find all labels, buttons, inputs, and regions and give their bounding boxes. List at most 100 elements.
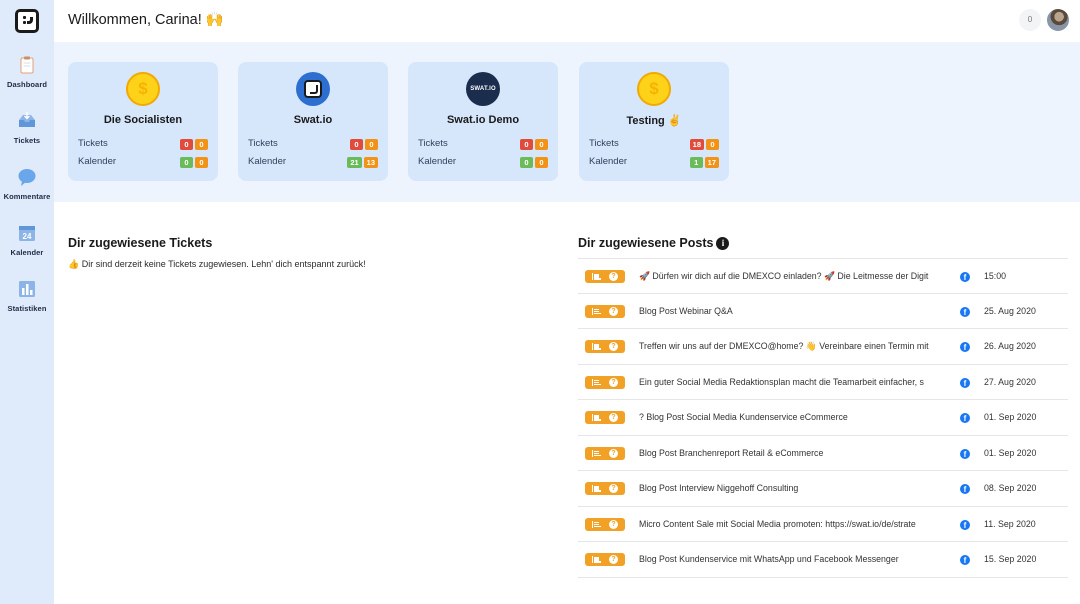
post-text[interactable]: ? Blog Post Social Media Kundenservice e…	[639, 412, 944, 422]
post-row[interactable]: ? Micro Content Sale mit Social Media pro…	[578, 507, 1068, 542]
tickets-label: Tickets	[589, 138, 619, 149]
sidebar: Dashboard Tickets Kommentare 24 Kalender	[0, 0, 54, 604]
project-card-die-socialisten[interactable]: $ Die Socialisten Tickets 0 0 Kalender 0…	[68, 62, 218, 181]
sidebar-item-label: Statistiken	[7, 304, 47, 313]
post-text[interactable]: 🚀 Dürfen wir dich auf die DMEXCO einlade…	[639, 271, 944, 282]
facebook-icon: f	[960, 555, 970, 565]
posts-section-title-text: Dir zugewiesene Posts	[578, 236, 714, 250]
post-text[interactable]: Micro Content Sale mit Social Media prom…	[639, 519, 944, 529]
tickets-open-badge[interactable]: 18	[689, 139, 704, 150]
project-name: Die Socialisten	[103, 114, 183, 126]
tickets-open-badge[interactable]: 0	[180, 139, 193, 150]
kalender-label: Kalender	[589, 156, 628, 167]
status-pill[interactable]: ?	[585, 411, 625, 424]
post-row[interactable]: ? Blog Post Interview Niggehoff Consultin…	[578, 471, 1068, 507]
clipboard-icon	[20, 56, 34, 74]
status-pill[interactable]: ?	[585, 340, 625, 353]
sidebar-item-tickets[interactable]: Tickets	[0, 111, 54, 145]
status-pill[interactable]: ?	[585, 304, 625, 318]
facebook-icon: f	[960, 272, 970, 282]
question-icon: ?	[609, 306, 618, 316]
kalender-approved-badge[interactable]: 21	[347, 157, 362, 168]
post-text[interactable]: Blog Post Webinar Q&A	[639, 306, 944, 316]
tickets-label: Tickets	[248, 138, 278, 149]
project-overview: $ Die Socialisten Tickets 0 0 Kalender 0…	[54, 42, 1080, 202]
post-row[interactable]: ? Blog Post Kundenservice mit WhatsApp un…	[578, 542, 1068, 578]
tickets-open-badge[interactable]: 0	[520, 139, 533, 150]
post-row[interactable]: ? ? Blog Post Social Media Kundenservice …	[578, 400, 1068, 436]
question-icon: ?	[609, 519, 618, 529]
swatio-demo-logo: SWAT.IO	[466, 72, 500, 106]
svg-text:24: 24	[23, 232, 32, 241]
tickets-open-badge[interactable]: 0	[350, 139, 363, 150]
tickets-pending-badge[interactable]: 0	[706, 139, 719, 150]
text-lines-icon	[592, 273, 601, 280]
status-pill[interactable]: ?	[585, 553, 625, 566]
project-card-testing[interactable]: $ Testing ✌️ Tickets 18 0 Kalender 1 17	[579, 62, 729, 181]
bar-chart-icon	[19, 281, 35, 297]
post-text[interactable]: Ein guter Social Media Redaktionsplan ma…	[639, 377, 944, 387]
post-row[interactable]: ? Treffen wir uns auf der DMEXCO@home? 👋 …	[578, 329, 1068, 365]
tickets-pending-badge[interactable]: 0	[535, 139, 548, 150]
posts-section-title: Dir zugewiesene Posts i	[578, 236, 730, 250]
text-lines-icon	[592, 449, 601, 457]
question-icon: ?	[609, 484, 618, 493]
post-row[interactable]: ? Ein guter Social Media Redaktionsplan m…	[578, 365, 1068, 400]
sidebar-item-kalender[interactable]: 24 Kalender	[0, 223, 54, 257]
post-row[interactable]: ? 🚀 Dürfen wir dich auf die DMEXCO einlad…	[578, 258, 1068, 294]
facebook-icon: f	[960, 377, 970, 388]
sidebar-item-kommentare[interactable]: Kommentare	[0, 167, 54, 201]
post-date: 15:00	[984, 271, 1007, 281]
tickets-pending-badge[interactable]: 0	[365, 139, 378, 150]
notification-counter[interactable]: 0	[1019, 9, 1041, 31]
post-text[interactable]: Blog Post Interview Niggehoff Consulting	[639, 483, 944, 493]
sidebar-item-dashboard[interactable]: Dashboard	[0, 55, 54, 89]
text-lines-icon	[592, 307, 601, 315]
swatio-logo-icon[interactable]	[15, 9, 39, 33]
kalender-pending-badge[interactable]: 13	[363, 157, 378, 168]
kalender-label: Kalender	[418, 156, 457, 167]
post-row[interactable]: ? Blog Post Webinar Q&A f 25. Aug 2020	[578, 294, 1068, 329]
status-pill[interactable]: ?	[585, 270, 625, 283]
tickets-label: Tickets	[418, 138, 448, 149]
status-pill[interactable]: ?	[585, 482, 625, 495]
page-title: Willkommen, Carina! 🙌	[68, 12, 224, 28]
info-icon[interactable]: i	[716, 237, 730, 250]
post-text[interactable]: Blog Post Kundenservice mit WhatsApp und…	[639, 554, 944, 564]
text-lines-icon	[592, 414, 601, 421]
post-text[interactable]: Blog Post Branchenreport Retail & eComme…	[639, 448, 944, 458]
kalender-approved-badge[interactable]: 1	[689, 157, 703, 168]
post-date: 01. Sep 2020	[984, 412, 1037, 422]
project-card-swatio[interactable]: Swat.io Tickets 0 0 Kalender 21 13	[238, 62, 388, 181]
avatar[interactable]	[1047, 9, 1069, 31]
post-date: 15. Sep 2020	[984, 554, 1037, 564]
facebook-icon: f	[960, 306, 970, 317]
kalender-pending-badge[interactable]: 0	[195, 157, 208, 168]
kalender-pending-badge[interactable]: 0	[535, 157, 548, 168]
post-row[interactable]: ? Blog Post Branchenreport Retail & eComm…	[578, 436, 1068, 471]
coin-icon: $	[126, 72, 160, 106]
project-card-swatio-demo[interactable]: SWAT.IO Swat.io Demo Tickets 0 0 Kalende…	[408, 62, 558, 181]
sidebar-item-label: Kommentare	[3, 192, 51, 201]
kalender-label: Kalender	[78, 156, 117, 167]
kalender-approved-badge[interactable]: 0	[180, 157, 193, 168]
question-icon: ?	[609, 413, 618, 422]
kalender-pending-badge[interactable]: 17	[704, 157, 719, 168]
post-date: 01. Sep 2020	[984, 447, 1037, 458]
tickets-pending-badge[interactable]: 0	[195, 139, 208, 150]
sidebar-item-label: Tickets	[13, 136, 41, 145]
sidebar-item-statistiken[interactable]: Statistiken	[0, 279, 54, 313]
facebook-icon: f	[960, 448, 970, 459]
status-pill[interactable]: ?	[585, 446, 625, 460]
kalender-approved-badge[interactable]: 0	[520, 157, 533, 168]
tickets-section-title: Dir zugewiesene Tickets	[68, 236, 213, 250]
question-icon: ?	[609, 272, 618, 281]
status-pill[interactable]: ?	[585, 375, 625, 389]
status-pill[interactable]: ?	[585, 517, 625, 531]
text-lines-icon	[592, 520, 601, 528]
swatio-logo	[296, 72, 330, 106]
header: Willkommen, Carina! 🙌 0	[54, 0, 1080, 42]
post-text[interactable]: Treffen wir uns auf der DMEXCO@home? 👋 V…	[639, 341, 944, 352]
question-icon: ?	[609, 342, 618, 351]
coin-icon: $	[637, 72, 671, 106]
